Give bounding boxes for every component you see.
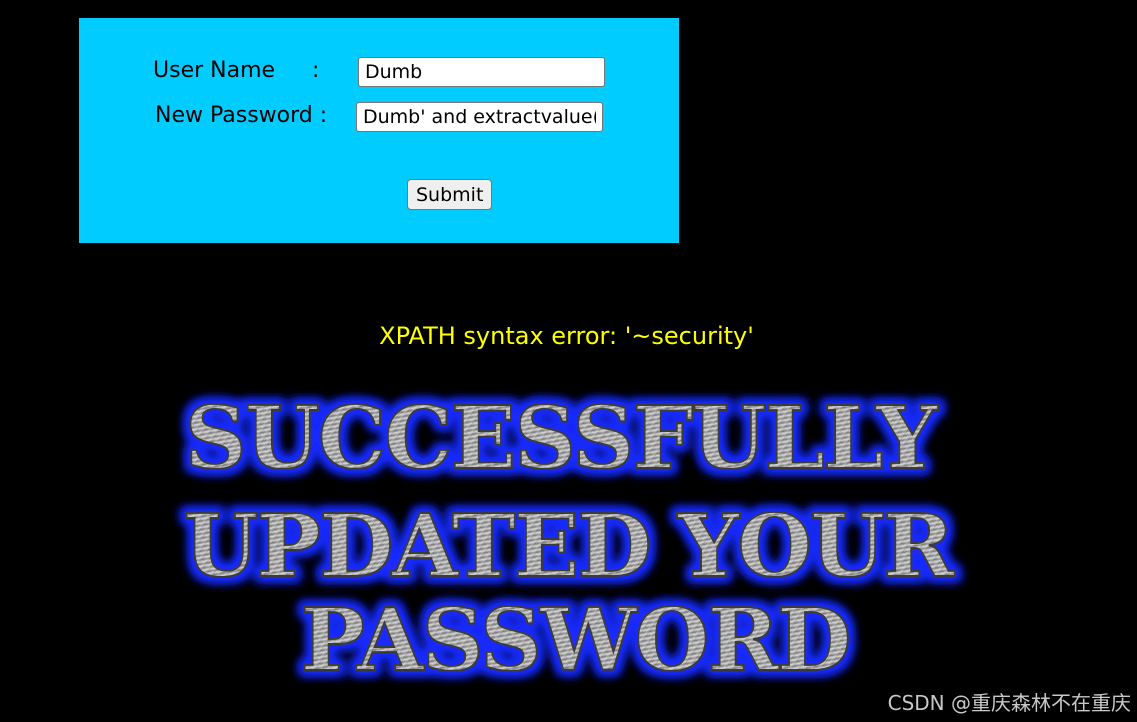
username-input[interactable] [358, 57, 605, 87]
banner-line-1: SUCCESSFULLY [185, 388, 939, 489]
success-banner-image: SUCCESSFULLY UPDATED YOUR PASSWORD [182, 387, 958, 692]
new-password-label: New Password : [155, 103, 328, 128]
banner-line-2: UPDATED YOUR [183, 496, 955, 597]
page: User Name : New Password : Submit XPATH … [0, 0, 1137, 722]
banner-line-3: PASSWORD [300, 590, 849, 691]
xpath-error-message: XPATH syntax error: '~security' [379, 322, 754, 350]
csdn-watermark: CSDN @重庆森林不在重庆 [887, 691, 1131, 715]
submit-button[interactable]: Submit [407, 179, 493, 210]
username-label: User Name [153, 58, 276, 83]
new-password-input[interactable] [356, 102, 603, 132]
password-reset-form: User Name : New Password : Submit [79, 18, 679, 243]
username-label-colon: : [312, 58, 320, 83]
